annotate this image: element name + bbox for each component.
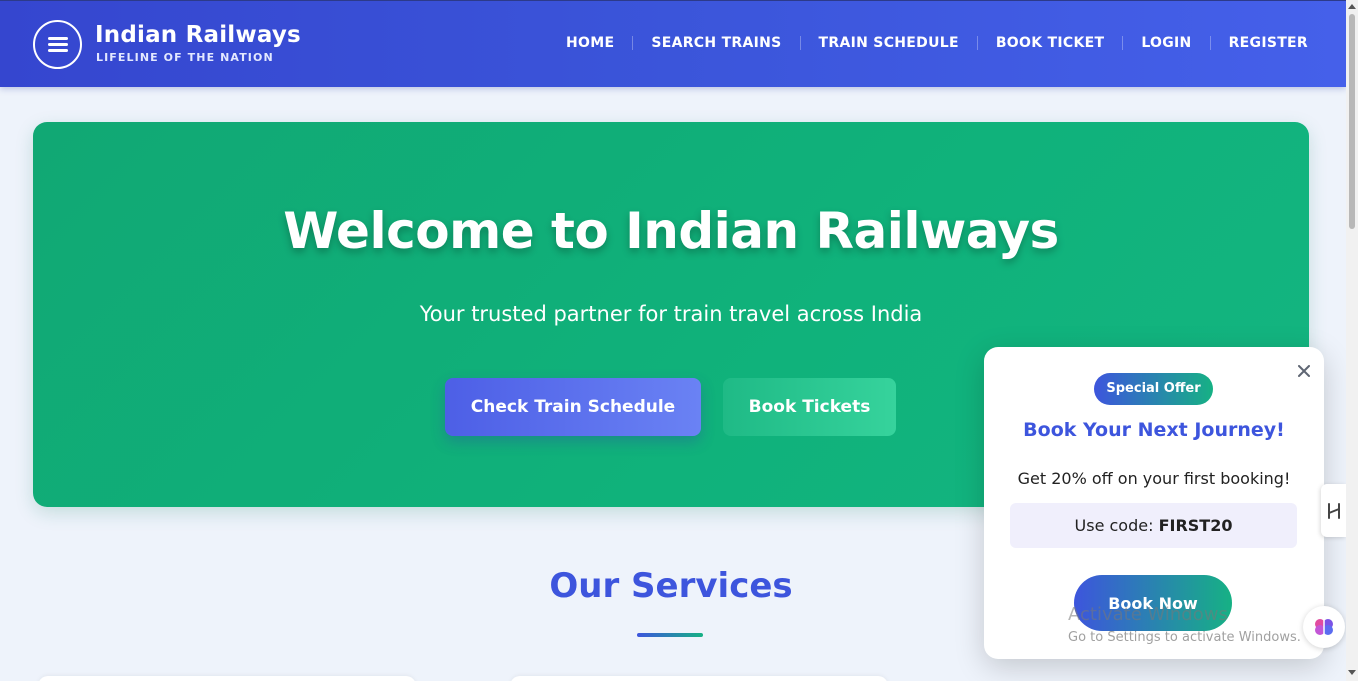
hero-title: Welcome to Indian Railways [283, 202, 1059, 260]
split-icon [1327, 502, 1340, 519]
activate-windows-subtitle: Go to Settings to activate Windows. [1068, 630, 1301, 645]
nav-divider [976, 36, 978, 50]
nav-book-ticket[interactable]: BOOK TICKET [996, 35, 1105, 51]
nav-search-trains[interactable]: SEARCH TRAINS [651, 35, 781, 51]
nav-register[interactable]: REGISTER [1229, 35, 1308, 51]
main-nav: HOME SEARCH TRAINS TRAIN SCHEDULE BOOK T… [566, 35, 1308, 51]
scroll-up-arrow-icon[interactable] [1348, 4, 1356, 9]
nav-divider [1209, 36, 1211, 50]
nav-divider [799, 36, 801, 50]
ai-assistant-widget[interactable] [1303, 606, 1345, 648]
check-train-schedule-button[interactable]: Check Train Schedule [445, 378, 701, 436]
brain-icon [1315, 619, 1333, 635]
promo-code-label: Use code: [1074, 516, 1154, 535]
nav-train-schedule[interactable]: TRAIN SCHEDULE [819, 35, 959, 51]
nav-divider [632, 36, 634, 50]
activate-windows-title: Activate Windows [1068, 604, 1228, 625]
top-navbar: Indian Railways LIFELINE OF THE NATION H… [0, 0, 1346, 87]
brand-subtitle: LIFELINE OF THE NATION [96, 51, 274, 64]
page-scrollbar[interactable] [1346, 0, 1358, 681]
service-card [510, 676, 888, 681]
popup-offer-text: Get 20% off on your first booking! [1017, 469, 1291, 488]
hero-subtitle: Your trusted partner for train travel ac… [419, 302, 923, 326]
brand-logo[interactable] [33, 20, 82, 69]
close-icon[interactable] [1296, 361, 1312, 379]
popup-title: Book Your Next Journey! [1023, 419, 1285, 441]
book-tickets-button[interactable]: Book Tickets [723, 378, 896, 436]
top-hairline [0, 0, 1346, 1]
nav-home[interactable]: HOME [566, 35, 614, 51]
promo-code-value: FIRST20 [1158, 516, 1233, 535]
special-offer-badge: Special Offer [1094, 373, 1213, 405]
promo-code-box: Use code: FIRST20 [1010, 503, 1297, 548]
scroll-down-arrow-icon[interactable] [1348, 670, 1356, 675]
brand-title[interactable]: Indian Railways [95, 22, 301, 48]
scrollbar-thumb[interactable] [1349, 14, 1355, 229]
service-card [38, 676, 416, 681]
nav-divider [1122, 36, 1124, 50]
side-panel-tab[interactable] [1321, 484, 1346, 537]
train-lines-icon [47, 36, 68, 52]
nav-login[interactable]: LOGIN [1141, 35, 1191, 51]
services-underline [637, 633, 703, 637]
